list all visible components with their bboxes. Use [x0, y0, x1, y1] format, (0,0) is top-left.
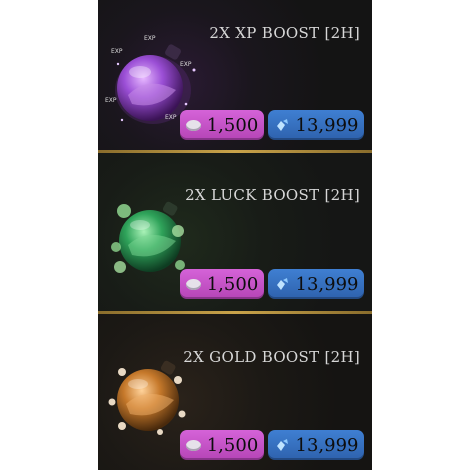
gem-icon: [276, 278, 288, 290]
boost-card-luck[interactable]: 2X LUCK BOOST [2H] 1,500 13,999: [98, 153, 372, 311]
buy-with-coins-button[interactable]: 1,500: [180, 110, 264, 140]
gem-icon: [276, 439, 288, 451]
coin-icon: [185, 119, 201, 131]
coin-icon: [185, 439, 201, 451]
buy-with-gems-button[interactable]: 13,999: [268, 110, 364, 140]
gem-price: 13,999: [295, 434, 359, 456]
exp-tag: EXP: [111, 48, 123, 55]
boost-title: 2X GOLD BOOST [2H]: [183, 348, 360, 366]
boost-title: 2X LUCK BOOST [2H]: [185, 186, 360, 204]
exp-tag: EXP: [180, 61, 192, 68]
buy-with-gems-button[interactable]: 13,999: [268, 269, 364, 299]
boost-card-gold[interactable]: 2X GOLD BOOST [2H] 1,500 13,999: [98, 314, 372, 470]
buy-with-gems-button[interactable]: 13,999: [268, 430, 364, 460]
gem-price: 13,999: [295, 114, 359, 136]
coin-icon: [185, 278, 201, 290]
coin-price: 1,500: [206, 273, 259, 295]
coin-price: 1,500: [206, 434, 259, 456]
buy-with-coins-button[interactable]: 1,500: [180, 430, 264, 460]
exp-tag: EXP: [105, 97, 117, 104]
buy-with-coins-button[interactable]: 1,500: [180, 269, 264, 299]
exp-tag: EXP: [165, 114, 177, 121]
coin-price: 1,500: [206, 114, 259, 136]
gem-icon: [276, 119, 288, 131]
exp-tag: EXP: [144, 35, 156, 42]
boost-card-xp[interactable]: EXP EXP EXP EXP EXP 2X XP BOOST [2H] 1,5…: [98, 0, 372, 150]
gem-price: 13,999: [295, 273, 359, 295]
boost-title: 2X XP BOOST [2H]: [209, 24, 360, 42]
